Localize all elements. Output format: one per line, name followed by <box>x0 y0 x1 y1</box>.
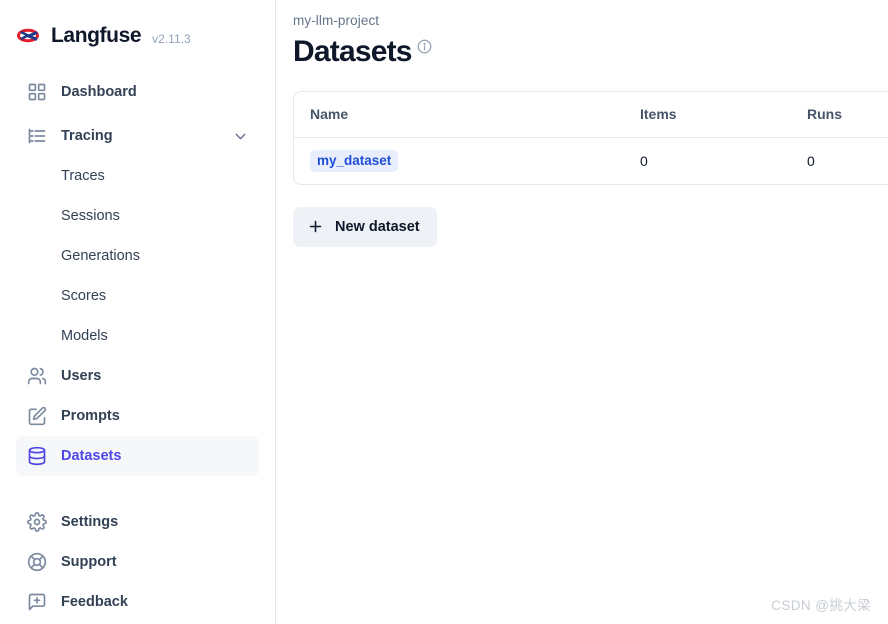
layout-dashboard-icon <box>26 82 47 103</box>
cell-name: my_dataset <box>294 138 624 184</box>
chevron-down-icon[interactable] <box>232 128 249 145</box>
sidebar-subitem-label: Scores <box>61 288 107 304</box>
breadcrumb[interactable]: my-llm-project <box>293 0 888 28</box>
sidebar-bottom-nav: Settings Support Feedback <box>0 502 275 624</box>
gear-icon <box>26 512 47 533</box>
table-row[interactable]: my_dataset 0 0 <box>294 138 888 184</box>
sidebar-item-label: Datasets <box>61 448 122 464</box>
sidebar-item-label: Prompts <box>61 408 120 424</box>
langfuse-logo-icon <box>16 23 42 49</box>
table-header-row: Name Items Runs <box>294 91 888 139</box>
sidebar: Langfuse v2.11.3 Dashboard Tracing Trace… <box>0 0 276 624</box>
sidebar-item-label: Feedback <box>61 594 128 610</box>
users-icon <box>26 366 47 387</box>
sidebar-group-tracing[interactable]: Tracing <box>16 116 259 156</box>
plus-icon <box>307 218 324 235</box>
sidebar-item-label: Dashboard <box>61 84 137 100</box>
message-square-plus-icon <box>26 592 47 613</box>
main-content: my-llm-project Datasets Name Items Runs <box>276 0 888 624</box>
app-root: Langfuse v2.11.3 Dashboard Tracing Trace… <box>0 0 888 624</box>
brand-version: v2.11.3 <box>152 32 191 46</box>
sidebar-item-scores[interactable]: Scores <box>16 276 259 316</box>
sidebar-item-settings[interactable]: Settings <box>16 502 259 542</box>
sidebar-subitem-label: Models <box>61 328 108 344</box>
sidebar-subitem-label: Sessions <box>61 208 120 224</box>
table-header: Name Items Runs <box>294 91 888 139</box>
sidebar-item-sessions[interactable]: Sessions <box>16 196 259 236</box>
datasets-table-card: Name Items Runs my_dataset 0 0 <box>293 90 888 185</box>
datasets-table: Name Items Runs my_dataset 0 0 <box>294 91 888 184</box>
sidebar-item-dashboard[interactable]: Dashboard <box>16 72 259 112</box>
square-pen-icon <box>26 406 47 427</box>
dataset-name-link[interactable]: my_dataset <box>310 149 399 172</box>
page-title-row: Datasets <box>293 35 888 69</box>
sidebar-item-traces[interactable]: Traces <box>16 156 259 196</box>
brand-name: Langfuse <box>51 24 142 47</box>
sidebar-subitem-label: Traces <box>61 168 105 184</box>
sidebar-item-label: Settings <box>61 514 119 530</box>
sidebar-group-label: Tracing <box>61 128 113 144</box>
brand-header: Langfuse v2.11.3 <box>0 0 275 72</box>
column-header-name[interactable]: Name <box>294 91 624 139</box>
sidebar-item-models[interactable]: Models <box>16 316 259 356</box>
watermark: CSDN @挑大梁 <box>771 598 871 613</box>
column-header-runs[interactable]: Runs <box>791 91 888 139</box>
sidebar-item-prompts[interactable]: Prompts <box>16 396 259 436</box>
new-dataset-button[interactable]: New dataset <box>293 206 437 247</box>
sidebar-item-generations[interactable]: Generations <box>16 236 259 276</box>
sidebar-subitem-label: Generations <box>61 248 140 264</box>
sidebar-nav: Dashboard Tracing Traces Sessions Genera… <box>0 72 275 476</box>
database-icon <box>26 446 47 467</box>
new-dataset-button-label: New dataset <box>335 218 420 235</box>
sidebar-item-label: Support <box>61 554 117 570</box>
cell-items: 0 <box>640 152 648 169</box>
list-tree-icon <box>26 126 47 147</box>
sidebar-item-users[interactable]: Users <box>16 356 259 396</box>
sidebar-item-label: Users <box>61 368 102 384</box>
sidebar-item-datasets[interactable]: Datasets <box>16 436 259 476</box>
table-body: my_dataset 0 0 <box>294 138 888 184</box>
sidebar-item-support[interactable]: Support <box>16 542 259 582</box>
sidebar-item-feedback[interactable]: Feedback <box>16 582 259 622</box>
cell-runs: 0 <box>807 152 815 169</box>
life-buoy-icon <box>26 552 47 573</box>
column-header-items[interactable]: Items <box>624 91 791 139</box>
info-circle-icon[interactable] <box>417 39 432 54</box>
page-title: Datasets <box>293 35 412 68</box>
